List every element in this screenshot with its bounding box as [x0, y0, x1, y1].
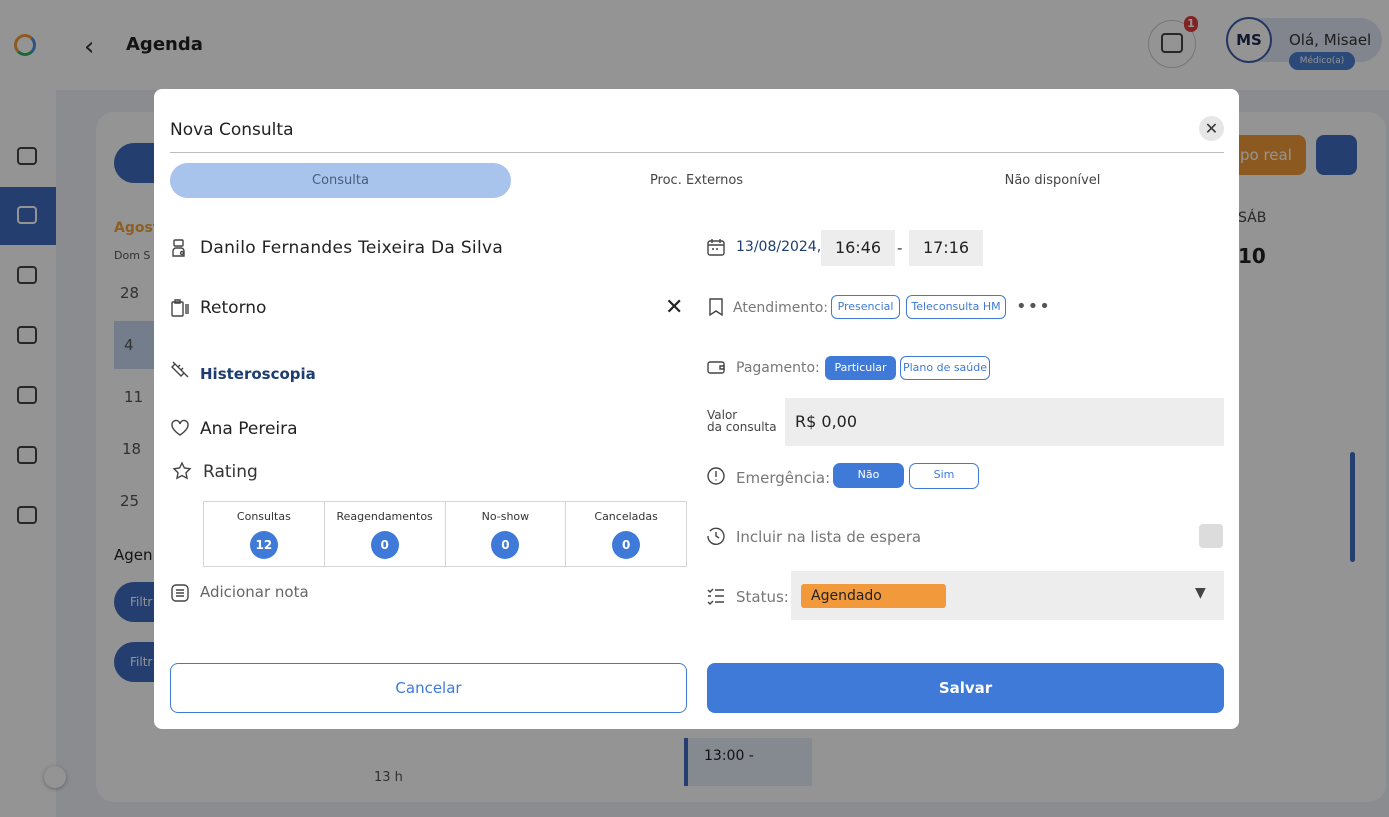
- tab-proc-externos[interactable]: Proc. Externos: [526, 163, 867, 198]
- payment-label: Pagamento:: [736, 360, 820, 376]
- doctor-icon: [170, 238, 190, 258]
- modal-title: Nova Consulta: [170, 120, 294, 140]
- heart-icon: [170, 418, 190, 438]
- stat-label: No-show: [481, 510, 530, 523]
- patient-name[interactable]: Danilo Fernandes Teixeira Da Silva: [200, 238, 503, 258]
- syringe-icon: [170, 359, 190, 379]
- procedure-name[interactable]: Histeroscopia: [200, 365, 316, 383]
- date-text: 13/08/2024: [736, 239, 817, 255]
- fee-label-line: da consulta: [707, 420, 777, 434]
- clipboard-icon: [170, 298, 190, 318]
- bookmark-icon: [706, 297, 726, 317]
- chevron-down-icon: ▼: [1195, 585, 1206, 601]
- emergency-nao-button[interactable]: Não: [833, 463, 904, 488]
- save-button[interactable]: Salvar: [707, 663, 1224, 713]
- patient-stats: Consultas 12 Reagendamentos 0 No-show 0 …: [203, 501, 687, 567]
- stat-label: Consultas: [236, 510, 291, 523]
- tab-nao-disponivel[interactable]: Não disponível: [882, 163, 1223, 198]
- payment-plano-button[interactable]: Plano de saúde: [900, 356, 990, 380]
- note-icon: [170, 583, 190, 603]
- start-time-input[interactable]: 16:46: [821, 230, 895, 266]
- more-icon[interactable]: •••: [1016, 296, 1051, 317]
- attendance-presencial-button[interactable]: Presencial: [831, 295, 900, 319]
- end-time-input[interactable]: 17:16: [909, 230, 983, 266]
- rating-label: Rating: [203, 462, 258, 482]
- status-select[interactable]: Agendado ▼: [791, 571, 1224, 620]
- stat-count: 0: [370, 531, 399, 559]
- consult-type[interactable]: Retorno: [200, 298, 266, 318]
- time-dash: -: [897, 239, 903, 257]
- star-icon: [172, 461, 192, 481]
- stat-label: Canceladas: [594, 510, 658, 523]
- stat-label: Reagendamentos: [336, 510, 433, 523]
- emergency-sim-button[interactable]: Sim: [909, 463, 979, 489]
- calendar-icon: [706, 237, 726, 257]
- attendance-teleconsulta-button[interactable]: Teleconsulta HM: [906, 295, 1006, 319]
- fee-input[interactable]: R$ 0,00: [785, 398, 1224, 446]
- alert-icon: [706, 466, 726, 486]
- status-label: Status:: [736, 588, 789, 606]
- payment-particular-button[interactable]: Particular: [825, 356, 896, 380]
- stat-canceladas: Canceladas 0: [566, 502, 686, 566]
- stat-consultas: Consultas 12: [204, 502, 325, 566]
- stat-reagendamentos: Reagendamentos 0: [325, 502, 446, 566]
- stat-no-show: No-show 0: [446, 502, 567, 566]
- close-icon[interactable]: ✕: [1199, 116, 1224, 141]
- waitlist-checkbox[interactable]: [1199, 524, 1223, 548]
- attendance-label: Atendimento:: [733, 300, 828, 316]
- history-icon: [706, 526, 726, 546]
- fee-label: Valor da consulta: [707, 409, 777, 433]
- new-appointment-modal: Nova Consulta ✕ Consulta Proc. Externos …: [154, 89, 1239, 729]
- add-note-button[interactable]: Adicionar nota: [200, 583, 309, 601]
- divider: [170, 152, 1224, 153]
- checklist-icon: [706, 586, 726, 606]
- stat-count: 12: [249, 531, 278, 559]
- appointment-date[interactable]: 13/08/2024,: [736, 239, 821, 255]
- wallet-icon: [706, 357, 726, 377]
- clear-consult-type-icon[interactable]: ✕: [665, 295, 683, 320]
- cancel-button[interactable]: Cancelar: [170, 663, 687, 713]
- waitlist-label: Incluir na lista de espera: [736, 528, 922, 546]
- insurer-name[interactable]: Ana Pereira: [200, 419, 298, 439]
- stat-count: 0: [612, 531, 641, 559]
- stat-count: 0: [491, 531, 520, 559]
- emergency-label: Emergência:: [736, 469, 831, 487]
- tab-consulta[interactable]: Consulta: [170, 163, 511, 198]
- status-tag: Agendado: [801, 584, 946, 608]
